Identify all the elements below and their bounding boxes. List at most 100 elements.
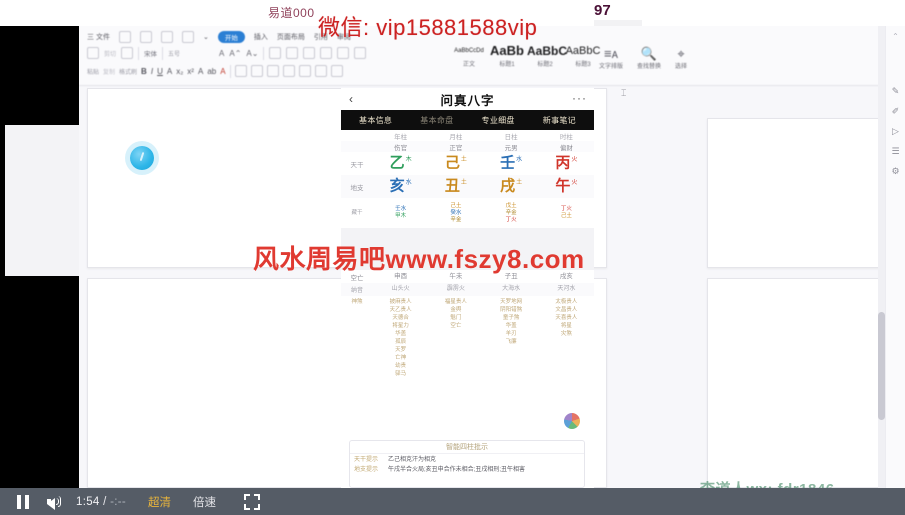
bullet-list-icon[interactable] bbox=[269, 47, 282, 59]
select-icon[interactable]: ⌖ 选择 bbox=[675, 46, 687, 70]
hidden-stem-item: 丁火 bbox=[505, 216, 517, 223]
underline-icon[interactable]: U bbox=[157, 67, 163, 76]
style-gallery[interactable]: AaBbCcDd 正文 AaBb 标题1 AaBbC 标题2 AaBbC 标题3 bbox=[451, 44, 601, 80]
numbered-list-icon[interactable] bbox=[286, 47, 299, 59]
shading-icon[interactable] bbox=[314, 65, 327, 77]
superscript-icon[interactable]: x² bbox=[187, 67, 194, 76]
settings-icon[interactable]: ⚙ bbox=[891, 166, 899, 177]
ribbon-tab-file[interactable]: 三 文件 bbox=[87, 32, 110, 42]
pen-icon[interactable]: ✎ bbox=[892, 86, 900, 97]
quality-button[interactable]: 超清 bbox=[148, 494, 171, 510]
shensha-item: 福星贵人 bbox=[444, 299, 467, 305]
fullscreen-button[interactable] bbox=[243, 493, 260, 510]
align-justify-icon[interactable] bbox=[282, 65, 295, 77]
text-case-icon[interactable]: A bbox=[219, 49, 224, 58]
chevron-left-icon[interactable]: ‹ bbox=[349, 92, 353, 106]
font-name-box[interactable]: 宋体 bbox=[144, 48, 157, 58]
heavenly-stem-row: 天干 乙木 己土 壬水 丙火 bbox=[341, 152, 594, 175]
row-label-empty bbox=[341, 130, 373, 141]
highlight-icon[interactable]: ab bbox=[207, 67, 216, 76]
tab-basic-info[interactable]: 基本信息 bbox=[359, 115, 392, 126]
search-icon[interactable]: 🔍 查找替换 bbox=[637, 46, 661, 70]
color-wheel-icon[interactable] bbox=[564, 413, 580, 429]
indent-decrease-icon[interactable] bbox=[303, 47, 316, 59]
divider bbox=[229, 64, 231, 78]
analysis-row-earthly: 地支提示 午戌半合火局;亥丑申合作未相合;丑戌相刑;丑午相害 bbox=[350, 464, 584, 474]
ribbon-tab-home[interactable]: 开始 bbox=[217, 30, 245, 43]
undo-icon[interactable] bbox=[181, 30, 194, 43]
shensha-item: 文昌贵人 bbox=[555, 307, 578, 313]
align-center-icon[interactable] bbox=[250, 65, 263, 77]
document-page-right-lower[interactable] bbox=[707, 278, 905, 488]
line-spacing-icon[interactable] bbox=[298, 65, 311, 77]
cut-label[interactable]: 剪切 bbox=[104, 49, 116, 58]
paste-icon[interactable] bbox=[87, 47, 99, 59]
row-label-hidden-stem: 藏干 bbox=[351, 209, 363, 216]
format-painter-icon[interactable] bbox=[121, 47, 134, 59]
style-name: 标题1 bbox=[499, 62, 515, 68]
edit-icon[interactable]: ✐ bbox=[892, 106, 900, 117]
vertical-scrollbar-thumb[interactable] bbox=[878, 312, 885, 420]
analysis-key: 地支提示 bbox=[354, 467, 379, 473]
list-icon[interactable]: ☰ bbox=[891, 146, 899, 157]
align-right-icon[interactable] bbox=[266, 65, 279, 77]
right-tool-rail[interactable]: ⌃ ✎ ✐ ▷ ☰ ⚙ bbox=[885, 26, 905, 488]
tab-notes[interactable]: 新事笔记 bbox=[543, 115, 576, 126]
font-grow-icon[interactable]: A⌃ bbox=[229, 49, 241, 58]
chevron-down-icon[interactable]: ⌄ bbox=[203, 33, 209, 41]
ellipsis-icon[interactable]: ··· bbox=[572, 91, 587, 105]
indent-increase-icon[interactable] bbox=[320, 47, 333, 59]
branch-hour-char: 午 bbox=[555, 177, 571, 195]
paste-label[interactable]: 粘贴 bbox=[87, 67, 99, 76]
ribbon-clipboard-row[interactable]: 剪切 宋体 五号 A A⌃ A⌄ bbox=[87, 45, 367, 61]
hidden-year: 壬水 甲木 bbox=[373, 198, 428, 228]
font-color-icon[interactable]: A bbox=[220, 67, 225, 76]
stem-year-element: 木 bbox=[405, 157, 412, 164]
pause-button[interactable] bbox=[8, 488, 38, 515]
print-icon[interactable] bbox=[139, 30, 152, 43]
copy-label[interactable]: 复制 bbox=[103, 67, 115, 76]
style-item-normal[interactable]: AaBbCcDd 正文 bbox=[451, 44, 487, 68]
shensha-item: 孤辰 bbox=[395, 339, 407, 345]
analysis-value: 乙己相克汗为相克 bbox=[388, 457, 437, 463]
style-item-heading3[interactable]: AaBbC 标题3 bbox=[565, 44, 601, 68]
shensha-item: 金舆 bbox=[450, 307, 462, 313]
italic-icon[interactable]: I bbox=[151, 67, 153, 76]
style-item-heading1[interactable]: AaBb 标题1 bbox=[489, 44, 525, 69]
show-marks-icon[interactable] bbox=[354, 47, 367, 59]
ribbon-right-tools[interactable]: ≡ᴀ 文字排版 🔍 查找替换 ⌖ 选择 bbox=[599, 46, 687, 80]
ribbon-tab-insert[interactable]: 插入 bbox=[254, 32, 268, 42]
tab-basic-chart[interactable]: 基本命盘 bbox=[420, 115, 453, 126]
save-icon[interactable] bbox=[118, 30, 131, 43]
align-left-icon[interactable] bbox=[234, 65, 247, 77]
style-name: 标题3 bbox=[575, 62, 591, 68]
bold-icon[interactable]: B bbox=[141, 67, 147, 76]
format-painter-label[interactable]: 格式刷 bbox=[119, 67, 137, 76]
collapse-icon[interactable]: ⌃ bbox=[892, 32, 899, 41]
ribbon-tab-row[interactable]: 三 文件 ⌄ 开始 插入 页面布局 引用 审阅 bbox=[87, 30, 351, 43]
text-effects-icon[interactable]: A bbox=[198, 67, 203, 76]
strikethrough-icon[interactable]: A bbox=[167, 67, 172, 76]
volume-button[interactable] bbox=[38, 488, 70, 515]
document-page-right-upper[interactable] bbox=[707, 118, 905, 268]
analysis-card: 智能四柱批示 天干提示 乙己相克汗为相克 地支提示 午戌半合火局;亥丑申合作未相… bbox=[349, 440, 585, 488]
play-icon[interactable]: ▷ bbox=[892, 126, 899, 137]
app-tab-bar[interactable]: 基本信息 基本命盘 专业细盘 新事笔记 bbox=[341, 110, 594, 130]
subscript-icon[interactable]: x₂ bbox=[176, 67, 183, 76]
ribbon-tab-layout[interactable]: 页面布局 bbox=[277, 32, 305, 42]
text-style-icon[interactable]: ≡ᴀ 文字排版 bbox=[599, 46, 623, 70]
shensha-item: 驿马 bbox=[395, 371, 407, 377]
preview-icon[interactable] bbox=[160, 30, 173, 43]
speed-button[interactable]: 倍速 bbox=[193, 494, 216, 510]
font-shrink-icon[interactable]: A⌄ bbox=[246, 49, 258, 58]
tab-pro-chart[interactable]: 专业细盘 bbox=[482, 115, 515, 126]
sort-icon[interactable] bbox=[337, 47, 350, 59]
app-navbar: ‹ 问真八字 ··· bbox=[341, 88, 594, 110]
style-item-heading2[interactable]: AaBbC 标题2 bbox=[527, 44, 567, 68]
font-size-box[interactable]: 五号 bbox=[168, 49, 180, 58]
cursor-tap-indicator bbox=[130, 146, 154, 170]
divider bbox=[162, 46, 164, 60]
borders-icon[interactable] bbox=[330, 65, 343, 77]
ribbon-format-row[interactable]: 粘贴 复制 格式刷 B I U A x₂ x² A ab A bbox=[87, 63, 343, 79]
video-player-controls[interactable]: 1:54 / -:-- 超清 倍速 bbox=[0, 488, 905, 515]
